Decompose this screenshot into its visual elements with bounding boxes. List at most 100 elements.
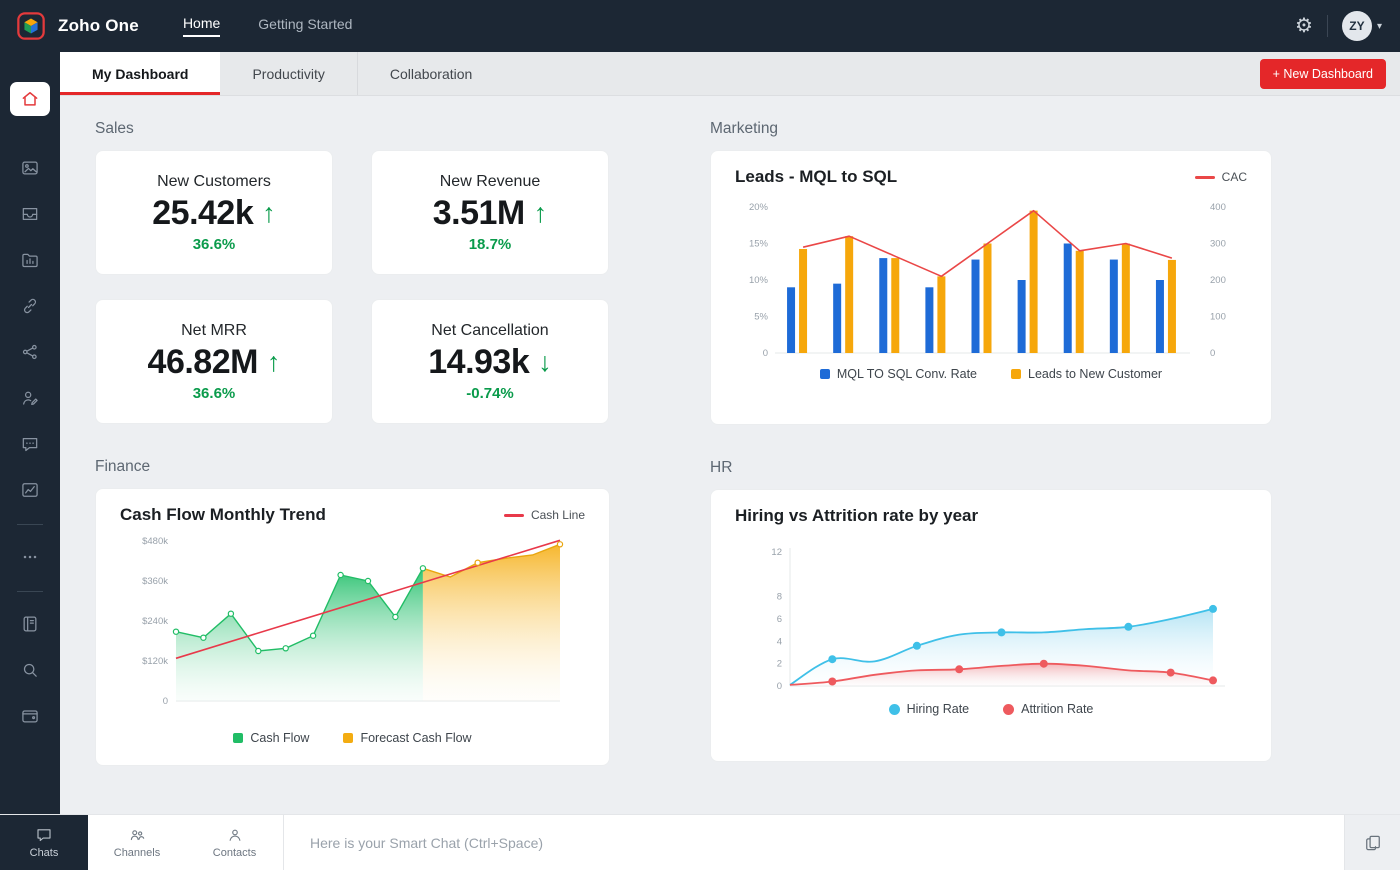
zoho-one-logo-icon[interactable] xyxy=(16,11,46,41)
legend-dot-swatch xyxy=(888,703,900,715)
section-label-hr: HR xyxy=(710,459,733,476)
sidebar-item-search[interactable] xyxy=(20,660,40,680)
sidebar-item-link[interactable] xyxy=(20,296,40,316)
legend-item: Hiring Rate xyxy=(888,702,970,716)
axis-tick-label: 0 xyxy=(763,348,768,359)
tab-productivity[interactable]: Productivity xyxy=(220,52,356,95)
left-column: Sales New Customers 25.42k ↑ 36.6% New Re… xyxy=(95,120,610,814)
cash-line-legend: Cash Line xyxy=(503,508,585,522)
tab-collaboration[interactable]: Collaboration xyxy=(356,52,505,95)
finance-section: Finance Cash Flow Monthly Trend Cash Lin… xyxy=(95,458,610,766)
data-point-marker xyxy=(556,541,564,548)
bar-mql xyxy=(787,287,796,353)
axis-tick-label: 0 xyxy=(163,696,168,707)
chevron-down-icon: ▾ xyxy=(1376,20,1382,32)
data-point-marker xyxy=(912,641,921,650)
axis-tick-label: 8 xyxy=(777,592,782,603)
nav-getting-started[interactable]: Getting Started xyxy=(258,16,352,36)
sidebar-item-home[interactable] xyxy=(10,82,50,116)
bar-leads xyxy=(799,248,808,353)
data-point-marker xyxy=(419,565,427,572)
sidebar xyxy=(0,52,60,814)
bar-leads xyxy=(1029,210,1038,353)
folder-icon xyxy=(22,253,38,268)
sidebar-item-more[interactable] xyxy=(20,547,40,567)
kpi-delta: 36.6% xyxy=(192,384,236,402)
kpi-value: 14.93k xyxy=(428,342,530,381)
sidebar-item-notebook[interactable] xyxy=(20,614,40,634)
kpi-card-new-customers: New Customers 25.42k ↑ 36.6% xyxy=(95,150,333,275)
tab-my-dashboard[interactable]: My Dashboard xyxy=(60,52,221,95)
new-dashboard-button[interactable]: + New Dashboard xyxy=(1259,58,1386,89)
legend-label: Hiring Rate xyxy=(906,702,970,716)
bar-mql xyxy=(1109,259,1118,353)
axis-tick-label: 20% xyxy=(749,202,769,213)
sidebar-item-gallery[interactable] xyxy=(20,158,40,178)
smart-chat-input[interactable]: Here is your Smart Chat (Ctrl+Space) xyxy=(284,815,1344,870)
home-icon xyxy=(22,92,38,106)
data-point-marker xyxy=(364,577,372,585)
data-point-marker xyxy=(955,665,964,674)
axis-tick-label: $360k xyxy=(142,576,168,587)
settings-gear-icon[interactable]: ⚙ xyxy=(1295,16,1313,36)
kpi-card-net-cancellation: Net Cancellation 14.93k ↓ -0.74% xyxy=(371,299,609,424)
contacts-tab[interactable]: Contacts xyxy=(186,815,284,870)
sidebar-item-chat[interactable] xyxy=(20,434,40,454)
more-icon xyxy=(23,555,37,559)
axis-tick-label: 0 xyxy=(777,681,782,692)
axis-tick-label: 15% xyxy=(749,239,769,250)
dashboard-tabbar: My Dashboard Productivity Collaboration … xyxy=(60,52,1400,96)
legend-swatch xyxy=(1011,369,1021,379)
bar-mql xyxy=(925,287,934,353)
kpi-delta: 36.6% xyxy=(192,235,236,253)
sidebar-item-network[interactable] xyxy=(20,342,40,362)
hr-chart-card: Hiring vs Attrition rate by year 0 2 4 6 8 12… xyxy=(710,489,1272,762)
data-point-marker xyxy=(392,613,399,621)
kpi-title: Net Cancellation xyxy=(431,321,549,339)
wallet-icon xyxy=(22,710,38,723)
legend-label: Cash Flow xyxy=(250,731,310,745)
axis-tick-label: 5% xyxy=(754,312,768,323)
legend-dot-swatch xyxy=(1003,703,1015,715)
channels-tab[interactable]: Channels xyxy=(88,815,186,870)
chats-tab[interactable]: Chats xyxy=(0,815,88,870)
topbar-divider xyxy=(1326,15,1328,37)
hr-chart-svg: 0 2 4 6 8 12 xyxy=(771,547,1225,692)
bottombar: Chats Channels Contacts Here is your Sma… xyxy=(0,814,1400,870)
bar-mql xyxy=(1063,243,1072,353)
axis-tick-label: 300 xyxy=(1210,239,1226,250)
search-icon xyxy=(23,663,37,677)
sidebar-item-inbox[interactable] xyxy=(20,204,40,224)
gallery-icon xyxy=(22,161,38,175)
axis-tick-label: 12 xyxy=(771,547,782,558)
trend-up-arrow-icon: ↑ xyxy=(266,346,281,377)
kpi-title: New Customers xyxy=(157,172,271,190)
sidebar-item-folder[interactable] xyxy=(20,250,40,270)
channels-people-icon xyxy=(130,830,145,841)
kpi-value: 46.82M xyxy=(147,342,259,381)
axis-tick-label: 4 xyxy=(777,636,782,647)
trend-up-arrow-icon: ↑ xyxy=(533,197,548,228)
avatar[interactable]: ZY xyxy=(1341,11,1372,41)
zoho-one-app: Zoho One Home Getting Started ⚙ ZY ▾ My … xyxy=(0,0,1400,870)
notes-shortcut[interactable] xyxy=(1344,815,1400,870)
hr-legend: Hiring Rate Attrition Rate xyxy=(735,702,1247,716)
data-point-marker xyxy=(1166,668,1175,677)
network-icon xyxy=(22,344,37,360)
brand-name: Zoho One xyxy=(58,16,139,35)
nav-home[interactable]: Home xyxy=(182,15,221,37)
sidebar-item-analytics[interactable] xyxy=(20,480,40,500)
axis-tick-label: 6 xyxy=(777,614,782,625)
user-menu[interactable]: ZY ▾ xyxy=(1341,11,1382,41)
sidebar-item-wallet[interactable] xyxy=(20,706,40,726)
bar-leads xyxy=(845,236,854,353)
data-point-marker xyxy=(309,632,317,639)
copy-pages-icon xyxy=(1365,835,1380,850)
sidebar-item-user-edit[interactable] xyxy=(20,388,40,408)
bar-mql xyxy=(833,283,842,353)
kpi-card-new-revenue: New Revenue 3.51M ↑ 18.7% xyxy=(371,150,609,275)
sales-kpi-grid: New Customers 25.42k ↑ 36.6% New Revenue … xyxy=(95,150,610,424)
data-point-marker xyxy=(227,610,235,617)
section-label-finance: Finance xyxy=(95,458,151,475)
kpi-title: Net MRR xyxy=(181,321,247,339)
